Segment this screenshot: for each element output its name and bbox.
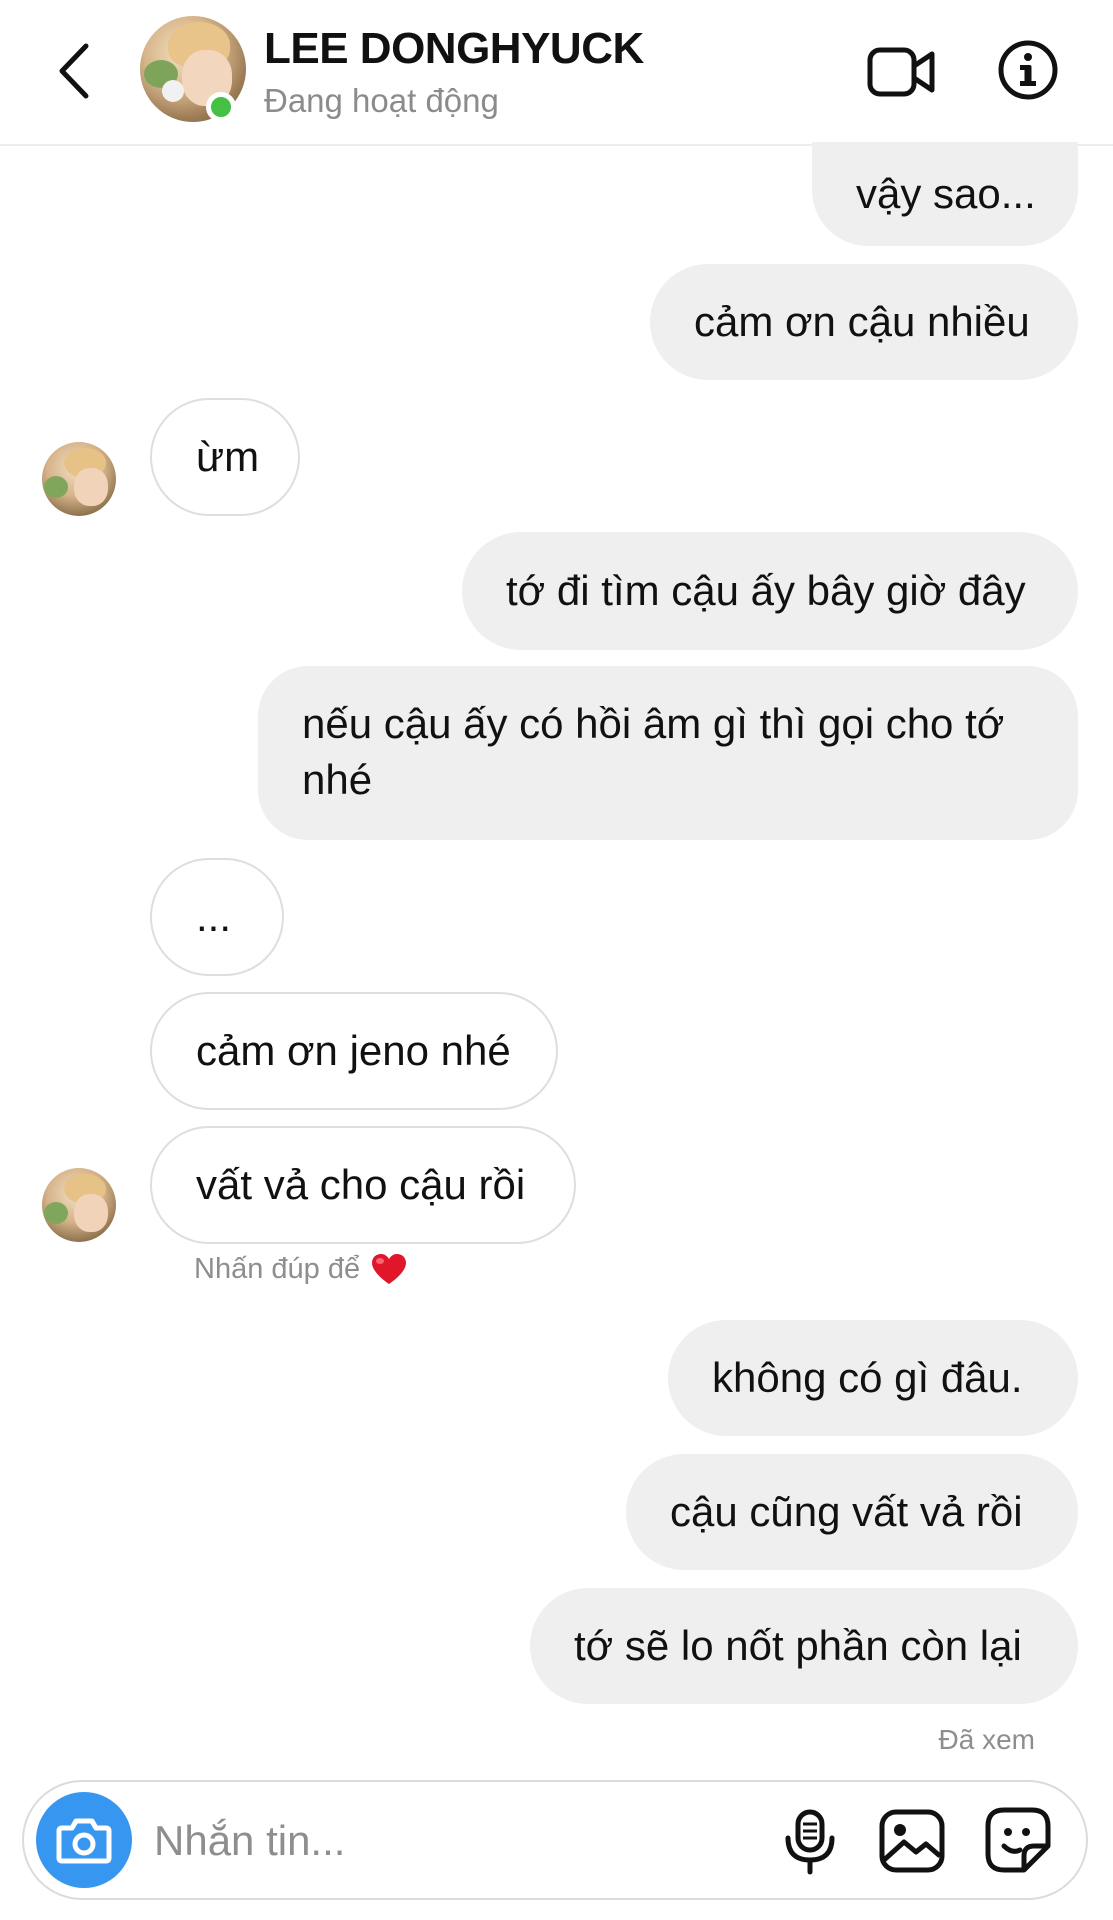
online-status-dot <box>206 92 236 122</box>
message-text: không có gì đâu. <box>712 1354 1023 1401</box>
message-text: tớ đi tìm cậu ấy bây giờ đây <box>506 567 1026 614</box>
voice-message-button[interactable] <box>782 1808 838 1876</box>
gallery-button[interactable] <box>878 1808 946 1874</box>
message-bubble-incoming[interactable]: ừm <box>150 398 300 516</box>
info-button[interactable] <box>996 38 1060 102</box>
activity-status: Đang hoạt động <box>264 82 499 119</box>
message-bubble-incoming[interactable]: vất vả cho cậu rồi <box>150 1126 576 1244</box>
message-input[interactable] <box>152 1810 626 1872</box>
video-call-button[interactable] <box>866 44 938 100</box>
message-text: tớ sẽ lo nốt phần còn lại <box>574 1622 1022 1669</box>
message-text: ... <box>196 893 232 940</box>
seen-status: Đã xem <box>938 1724 1035 1755</box>
video-call-icon <box>867 47 935 97</box>
message-text: ừm <box>196 433 260 480</box>
message-text: nếu cậu ấy có hồi âm gì thì gọi cho tớ n… <box>302 700 1005 803</box>
message-bubble-outgoing[interactable]: cảm ơn cậu nhiều <box>650 264 1078 380</box>
message-bubble-outgoing[interactable]: vậy sao... <box>812 142 1078 246</box>
camera-icon <box>56 1818 112 1864</box>
double-tap-hint: Nhấn đúp để <box>194 1252 408 1286</box>
message-bubble-incoming[interactable]: ... <box>150 858 284 976</box>
message-text: vậy sao... <box>856 170 1036 217</box>
heart-icon <box>372 1254 407 1284</box>
gallery-icon <box>879 1809 945 1873</box>
message-bubble-incoming[interactable]: cảm ơn jeno nhé <box>150 992 558 1110</box>
message-bubble-outgoing[interactable]: tớ đi tìm cậu ấy bây giờ đây <box>462 532 1078 650</box>
contact-name[interactable]: LEE DONGHYUCK <box>264 24 644 74</box>
message-bubble-outgoing[interactable]: tớ sẽ lo nốt phần còn lại <box>530 1588 1078 1704</box>
sender-avatar[interactable] <box>42 1168 116 1242</box>
message-composer <box>22 1780 1088 1900</box>
message-bubble-outgoing[interactable]: không có gì đâu. <box>668 1320 1078 1436</box>
message-text: cậu cũng vất vả rồi <box>670 1488 1023 1535</box>
camera-button[interactable] <box>36 1792 132 1888</box>
back-button[interactable] <box>52 38 96 104</box>
info-icon <box>998 40 1058 100</box>
message-text: cảm ơn jeno nhé <box>196 1027 511 1074</box>
message-text: vất vả cho cậu rồi <box>196 1161 526 1208</box>
message-bubble-outgoing[interactable]: nếu cậu ấy có hồi âm gì thì gọi cho tớ n… <box>258 666 1078 840</box>
microphone-icon <box>785 1809 835 1875</box>
chat-header: LEE DONGHYUCK Đang hoạt động <box>0 0 1113 146</box>
hint-text: Nhấn đúp để <box>194 1252 361 1285</box>
sender-avatar[interactable] <box>42 442 116 516</box>
back-icon <box>59 43 89 99</box>
message-text: cảm ơn cậu nhiều <box>694 298 1030 345</box>
sticker-button[interactable] <box>984 1806 1052 1874</box>
sticker-icon <box>985 1807 1051 1873</box>
message-bubble-outgoing[interactable]: cậu cũng vất vả rồi <box>626 1454 1078 1570</box>
